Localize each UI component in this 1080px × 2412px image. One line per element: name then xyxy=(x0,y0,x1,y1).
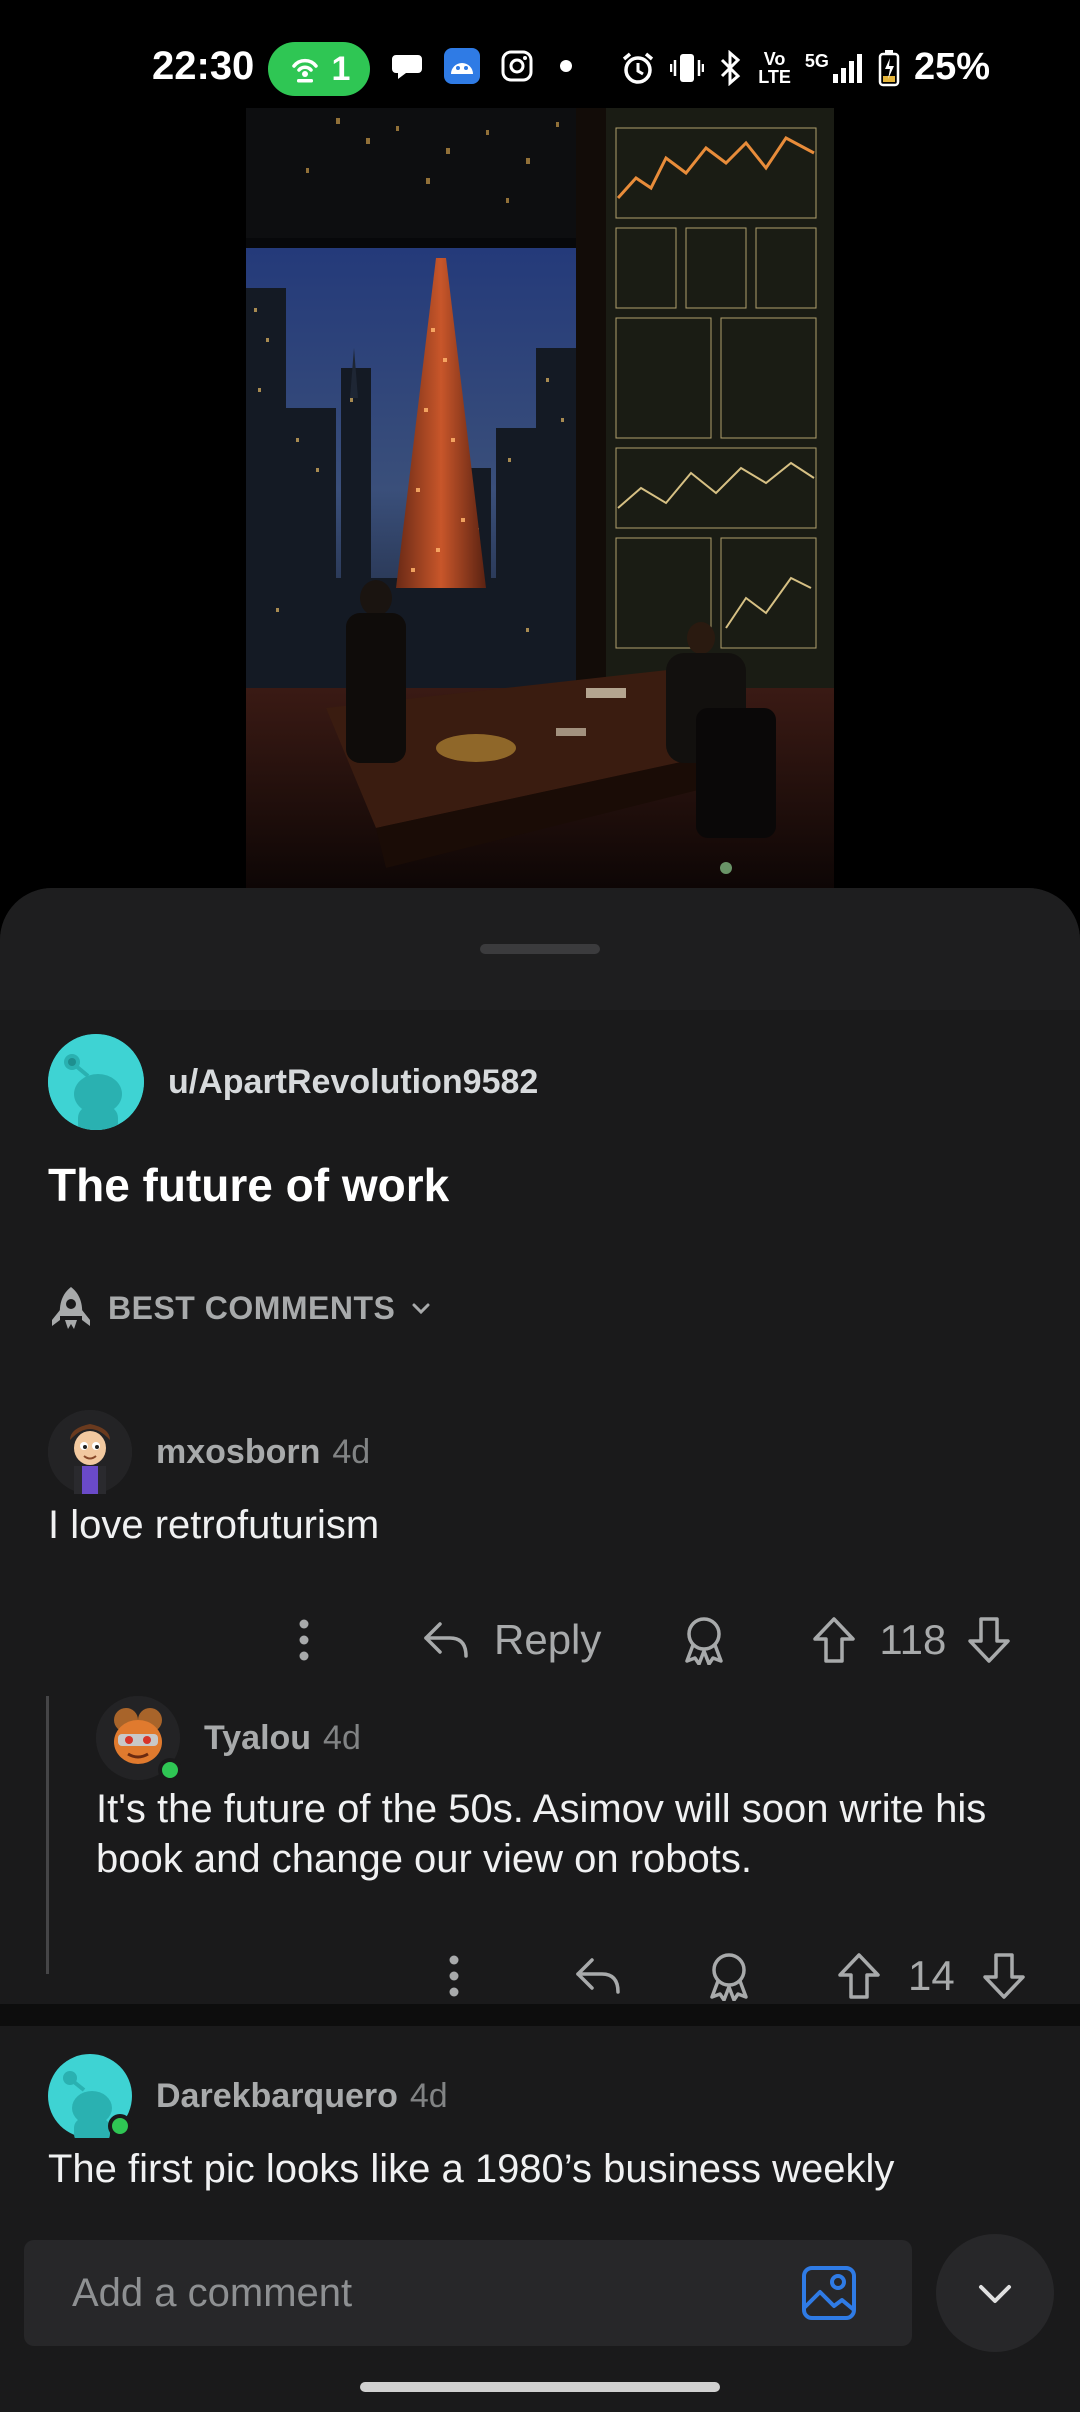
online-indicator xyxy=(158,1758,182,1782)
comment-username[interactable]: Darekbarquero xyxy=(156,2077,398,2116)
more-options-button[interactable] xyxy=(430,1946,478,2006)
award-button[interactable] xyxy=(681,1615,727,1665)
instagram-icon xyxy=(501,50,533,82)
award-button[interactable] xyxy=(706,1951,752,2001)
rocket-icon xyxy=(52,1287,90,1329)
hotspot-icon xyxy=(291,58,318,83)
alarm-icon xyxy=(623,52,654,84)
vote-score: 14 xyxy=(908,1952,955,1999)
sort-selector[interactable]: BEST COMMENTS xyxy=(48,1284,433,1332)
reply-button[interactable]: Reply xyxy=(422,1616,601,1664)
battery-charging-icon xyxy=(878,49,900,86)
vertical-dots-icon xyxy=(299,1619,309,1661)
comment-username[interactable]: Tyalou xyxy=(204,1719,311,1758)
add-comment-placeholder[interactable]: Add a comment xyxy=(72,2271,352,2316)
vertical-dots-icon xyxy=(449,1955,459,1997)
upvote-arrow-icon xyxy=(838,1953,880,1999)
comment-header: Darekbarquero 4d xyxy=(48,2054,448,2144)
volte-bottom-text: LTE xyxy=(758,66,791,87)
cartoon-avatar-icon xyxy=(48,1410,132,1494)
bluetooth-icon xyxy=(721,49,741,86)
comment-timestamp: 4d xyxy=(323,1718,361,1757)
collapse-comments-button[interactable] xyxy=(936,2234,1054,2352)
vibrate-icon xyxy=(670,53,705,82)
add-comment-input[interactable]: Add a comment xyxy=(24,2240,912,2346)
network-type: 5G xyxy=(804,50,829,71)
comment-body-first-line: The first pic looks like a 1980’s busine… xyxy=(48,2144,1038,2200)
reply-button[interactable] xyxy=(574,1954,622,1998)
comment-timestamp: 4d xyxy=(409,2076,448,2115)
post-author-name[interactable]: u/ApartRevolution9582 xyxy=(168,1063,538,1102)
reply-label[interactable]: Reply xyxy=(494,1616,601,1664)
thread-line[interactable] xyxy=(46,1696,49,1974)
comment-body: It's the future of the 50s. Asimov will … xyxy=(96,1787,987,1881)
image-icon xyxy=(802,2266,856,2320)
status-time: 22:30 xyxy=(152,44,255,88)
vote-score: 118 xyxy=(879,1616,947,1663)
attach-image-button[interactable] xyxy=(800,2264,858,2322)
snoo-avatar-icon xyxy=(48,1034,144,1130)
app-notification-icon xyxy=(444,48,480,84)
home-indicator[interactable] xyxy=(360,2382,720,2392)
status-bar: 22:30 1 Vo LTE 5G 25% xyxy=(0,0,1080,108)
volte-indicator: Vo LTE xyxy=(758,50,791,86)
sheet-header xyxy=(0,888,1080,1010)
drag-handle[interactable] xyxy=(480,944,600,954)
volte-top-text: Vo xyxy=(763,48,786,69)
reply-arrow-icon xyxy=(576,1958,620,1994)
sort-label[interactable]: BEST COMMENTS xyxy=(108,1290,395,1327)
hotspot-pill: 1 xyxy=(268,42,370,96)
chevron-down-icon xyxy=(979,2285,1011,2303)
online-indicator xyxy=(108,2114,132,2138)
award-icon xyxy=(710,1953,748,2001)
comment-avatar[interactable] xyxy=(48,2054,132,2144)
upvote-button[interactable] xyxy=(836,1951,882,2001)
comment-composer-bar: Add a comment xyxy=(0,2206,1080,2412)
comment-actions: 14 xyxy=(430,1946,1027,2006)
signal-strength-icon xyxy=(832,53,862,83)
downvote-arrow-icon xyxy=(968,1617,1011,1663)
comment-body-overflow xyxy=(48,2194,1038,2206)
comments-sheet: u/ApartRevolution9582 The future of work… xyxy=(0,888,1080,2412)
upvote-button[interactable] xyxy=(811,1615,857,1665)
comment-header: mxosborn 4d xyxy=(48,1410,370,1494)
comment-actions: Reply 118 xyxy=(280,1610,1012,1670)
more-notifications-dot xyxy=(560,60,572,72)
award-icon xyxy=(685,1617,724,1665)
upvote-arrow-icon xyxy=(813,1617,856,1663)
office-skyline-illustration xyxy=(246,108,834,890)
comment-avatar[interactable] xyxy=(96,1696,182,1782)
post-author-avatar[interactable] xyxy=(48,1034,144,1130)
reply-arrow-icon xyxy=(424,1622,468,1658)
comment-header: Tyalou 4d xyxy=(96,1696,361,1782)
comment-divider xyxy=(0,2004,1080,2026)
downvote-arrow-icon xyxy=(982,1953,1025,1999)
comment-timestamp: 4d xyxy=(332,1432,371,1471)
post-title: The future of work xyxy=(48,1159,450,1211)
comment-body: I love retrofuturism xyxy=(48,1503,380,1547)
chat-bubble-icon xyxy=(392,55,422,79)
chevron-down-icon xyxy=(412,1303,430,1315)
downvote-button[interactable] xyxy=(966,1615,1012,1665)
more-options-button[interactable] xyxy=(280,1610,328,1670)
hotspot-count: 1 xyxy=(331,49,351,88)
comment-body: The first pic looks like a 1980’s busine… xyxy=(48,2147,933,2200)
post-author[interactable]: u/ApartRevolution9582 xyxy=(48,1034,538,1130)
battery-percent: 25% xyxy=(913,46,990,88)
comment-username[interactable]: mxosborn xyxy=(156,1433,320,1472)
comment-avatar[interactable] xyxy=(48,1410,132,1494)
signal-indicator: 5G xyxy=(805,52,864,84)
post-image[interactable] xyxy=(246,108,834,890)
downvote-button[interactable] xyxy=(981,1951,1027,2001)
